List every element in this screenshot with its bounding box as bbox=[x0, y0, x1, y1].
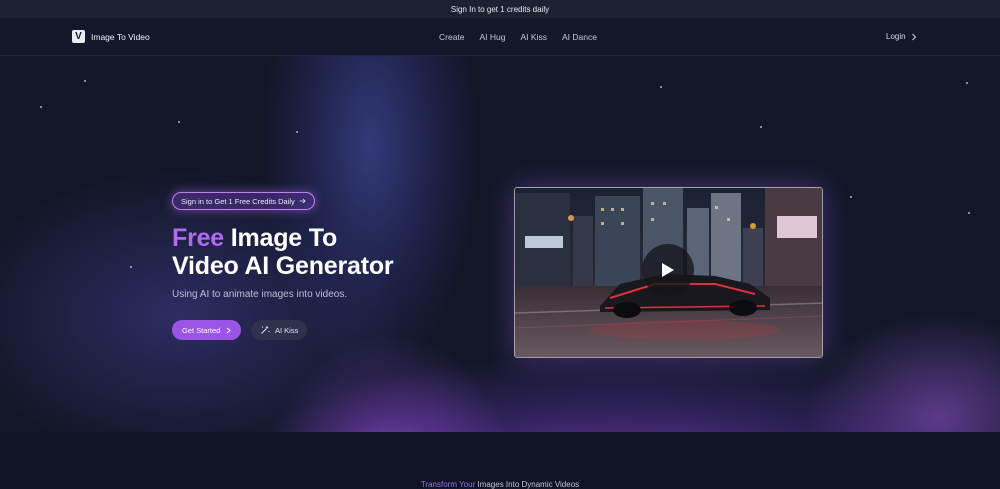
hero-subtitle: Using AI to animate images into videos. bbox=[172, 289, 348, 300]
brand-name[interactable]: Image To Video bbox=[91, 32, 150, 42]
get-started-button[interactable]: Get Started bbox=[172, 320, 242, 340]
features-section: Transform Your Images Into Dynamic Video… bbox=[0, 432, 1000, 489]
star-dot bbox=[130, 266, 132, 268]
chevron-right-icon bbox=[227, 327, 232, 333]
hero-section: Sign in to Get 1 Free Credits Daily Free… bbox=[0, 56, 1000, 432]
section-heading-rest: Images Into Dynamic Videos bbox=[475, 480, 580, 489]
section-heading: Transform Your Images Into Dynamic Video… bbox=[0, 480, 1000, 489]
star-dot bbox=[850, 196, 852, 198]
star-dot bbox=[760, 126, 762, 128]
hero-title-accent: Free bbox=[172, 224, 225, 252]
login-button[interactable]: Login bbox=[886, 32, 917, 41]
hero-title: Free Image To Video AI Generator bbox=[172, 224, 492, 280]
brand-logo-icon[interactable]: V bbox=[72, 30, 85, 43]
hero-title-line1: Image To bbox=[224, 224, 338, 252]
nav-link-ai-kiss[interactable]: AI Kiss bbox=[521, 32, 547, 42]
login-label: Login bbox=[886, 32, 906, 41]
sign-in-credits-pill[interactable]: Sign in to Get 1 Free Credits Daily bbox=[172, 192, 315, 210]
top-banner[interactable]: Sign In to get 1 credits daily bbox=[0, 0, 1000, 18]
get-started-label: Get Started bbox=[182, 325, 221, 335]
hero-title-line2: Video AI Generator bbox=[172, 252, 394, 280]
play-icon bbox=[662, 263, 674, 277]
brand[interactable]: V Image To Video bbox=[72, 30, 150, 43]
nav-link-create[interactable]: Create bbox=[439, 32, 465, 42]
demo-video-player[interactable] bbox=[514, 187, 823, 358]
star-dot bbox=[660, 86, 662, 88]
nav-link-ai-dance[interactable]: AI Dance bbox=[562, 32, 597, 42]
navbar: V Image To Video Create AI Hug AI Kiss A… bbox=[0, 18, 1000, 56]
nav-links: Create AI Hug AI Kiss AI Dance bbox=[439, 32, 597, 42]
nav-link-ai-hug[interactable]: AI Hug bbox=[480, 32, 506, 42]
star-dot bbox=[84, 80, 86, 82]
play-button[interactable] bbox=[642, 244, 694, 296]
star-dot bbox=[178, 121, 180, 123]
ai-kiss-label: AI Kiss bbox=[275, 325, 299, 335]
star-dot bbox=[40, 106, 42, 108]
magic-wand-icon bbox=[261, 325, 270, 334]
pill-label: Sign in to Get 1 Free Credits Daily bbox=[181, 196, 295, 206]
arrow-right-icon bbox=[299, 198, 306, 204]
star-dot bbox=[966, 82, 968, 84]
ai-kiss-button[interactable]: AI Kiss bbox=[251, 320, 308, 340]
chevron-right-icon bbox=[911, 33, 916, 40]
top-banner-text[interactable]: Sign In to get 1 credits daily bbox=[451, 5, 549, 14]
star-dot bbox=[968, 212, 970, 214]
star-dot bbox=[296, 131, 298, 133]
section-heading-highlight: Transform Your bbox=[420, 480, 476, 489]
